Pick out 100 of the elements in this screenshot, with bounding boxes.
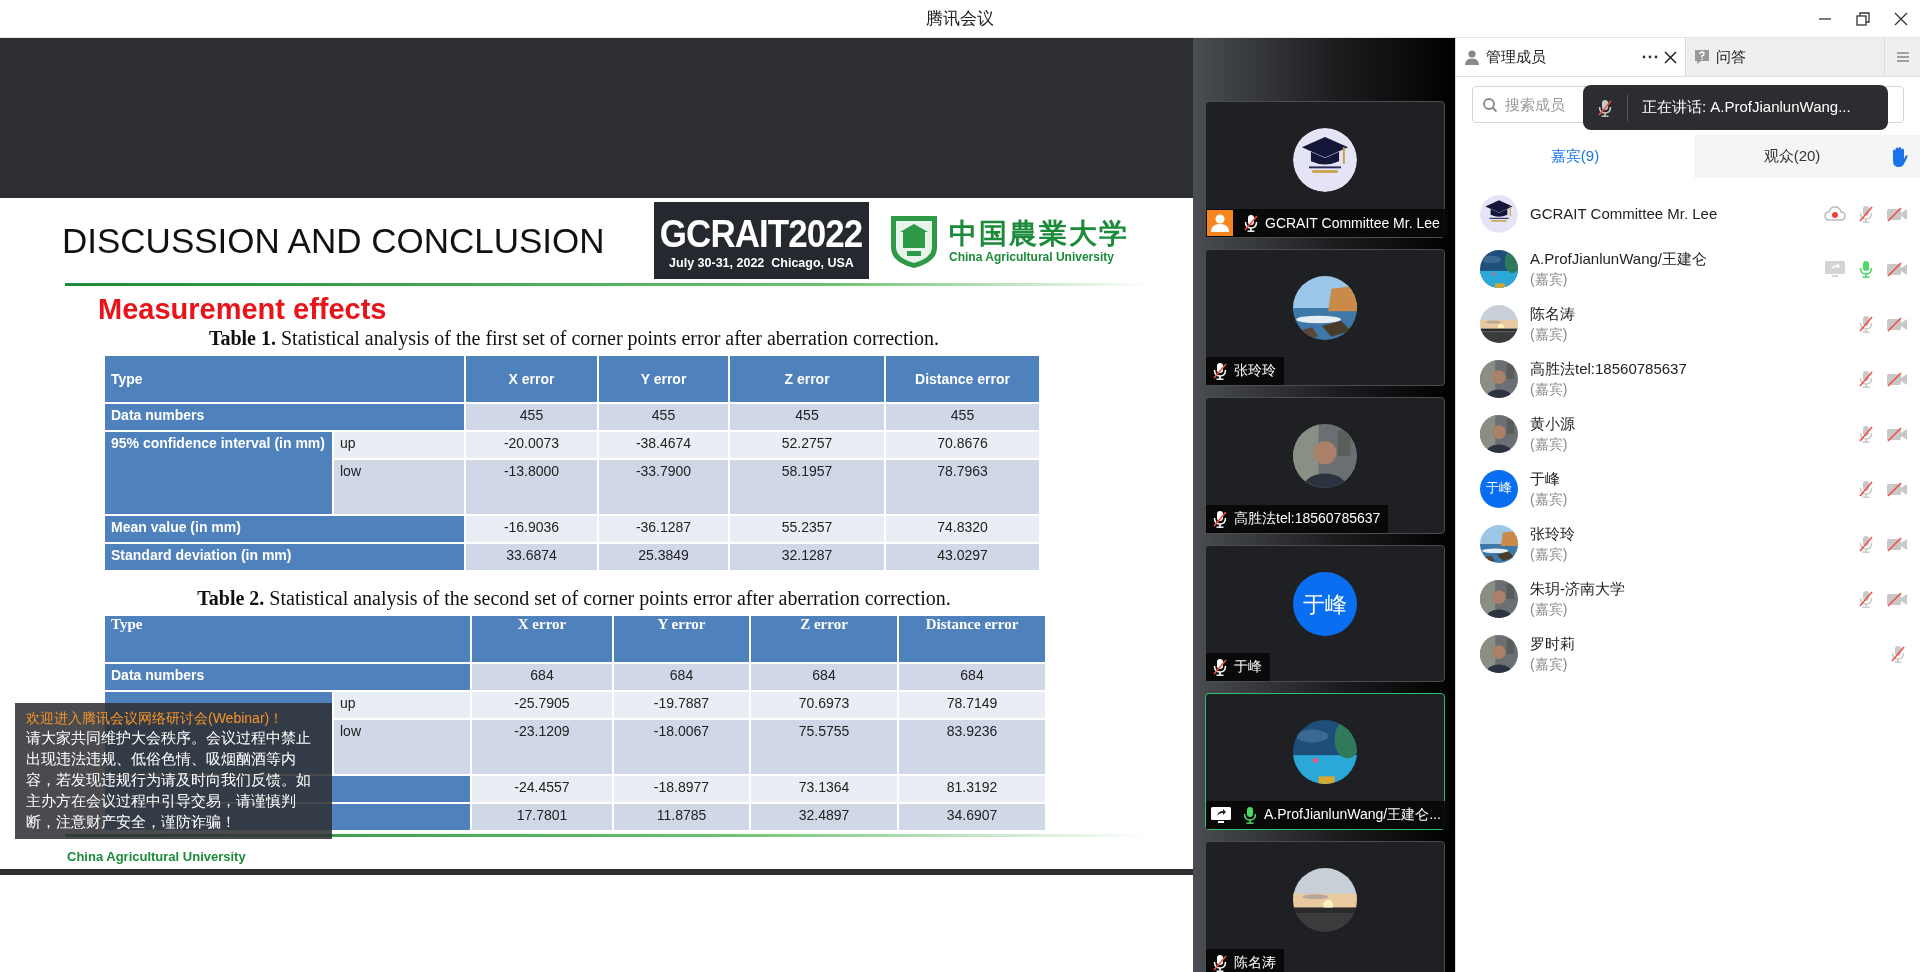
table-cell: 455 bbox=[885, 403, 1040, 431]
table-cell: 55.2357 bbox=[729, 515, 885, 543]
graduation-cap-icon bbox=[1293, 128, 1357, 192]
footer-text: China Agricultural University bbox=[67, 849, 247, 864]
video-tile[interactable]: 高胜法tel:18560785637 bbox=[1205, 397, 1445, 534]
university-name: China Agricultural University bbox=[949, 249, 1114, 264]
table-cell: -16.9036 bbox=[465, 515, 598, 543]
member-name: GCRAIT Committee Mr. Lee bbox=[1530, 204, 1719, 224]
member-role: (嘉宾) bbox=[1530, 380, 1569, 399]
table-cell: -13.8000 bbox=[465, 459, 598, 515]
video-tile[interactable]: 于峰 于峰 bbox=[1205, 545, 1445, 682]
slide-heading: Measurement effects bbox=[98, 292, 388, 326]
member-row[interactable]: 于峰 于峰 (嘉宾) bbox=[1456, 461, 1920, 516]
member-role: (嘉宾) bbox=[1530, 435, 1569, 454]
video-tile[interactable]: 张玲玲 bbox=[1205, 249, 1445, 386]
table-cell: 34.6907 bbox=[898, 803, 1046, 831]
table-cell: 455 bbox=[598, 403, 729, 431]
table-cell: 32.4897 bbox=[750, 803, 898, 831]
participant-name: 张玲玲 bbox=[1234, 362, 1276, 380]
microphone-icon bbox=[1595, 97, 1615, 118]
table-cell: -20.0073 bbox=[465, 431, 598, 459]
member-row[interactable]: GCRAIT Committee Mr. Lee bbox=[1456, 186, 1920, 241]
member-name: 于峰 bbox=[1530, 469, 1561, 489]
member-row[interactable]: 陈名涛 (嘉宾) bbox=[1456, 296, 1920, 351]
table-cell: 81.3192 bbox=[898, 775, 1046, 803]
close-icon[interactable] bbox=[1664, 50, 1677, 64]
table-cell: -33.7900 bbox=[598, 459, 729, 515]
table-cell: 73.1364 bbox=[750, 775, 898, 803]
table-cell: 52.2757 bbox=[729, 431, 885, 459]
window-title: 腾讯会议 bbox=[926, 8, 994, 30]
member-row[interactable]: 张玲玲 (嘉宾) bbox=[1456, 516, 1920, 571]
table-cell: 25.3849 bbox=[598, 543, 729, 571]
event-dates: July 30-31, 2022 Chicago, USA bbox=[669, 255, 854, 270]
table-cell: 684 bbox=[471, 663, 613, 691]
member-name: A.ProfJianlunWang/王建仑 bbox=[1530, 249, 1708, 269]
participant-name: GCRAIT Committee Mr. Lee bbox=[1265, 215, 1440, 231]
member-row[interactable]: 高胜法tel:18560785637 (嘉宾) bbox=[1456, 351, 1920, 406]
column-header: Z error bbox=[729, 355, 885, 403]
table-cell: up bbox=[333, 431, 465, 459]
table-cell: low bbox=[333, 719, 471, 775]
notice-text: 请大家共同维护大会秩序。会议过程中禁止出现违法违规、低俗色情、吸烟酗酒等内容，若发现违规行为请及时向我们反馈。如主办方在会议过程中引导交易，请谨慎判断，注意财产安全，谨防诈骗！ bbox=[26, 729, 312, 832]
more-icon[interactable] bbox=[1642, 54, 1658, 60]
video-tile[interactable]: 陈名涛 bbox=[1205, 841, 1445, 972]
member-row[interactable]: 朱玥-济南大学 (嘉宾) bbox=[1456, 571, 1920, 626]
member-name: 朱玥-济南大学 bbox=[1530, 579, 1626, 599]
member-role: (嘉宾) bbox=[1530, 325, 1569, 344]
table-cell: 684 bbox=[750, 663, 898, 691]
row-header: 95% confidence interval (in mm) bbox=[104, 431, 333, 515]
member-row[interactable]: A.ProfJianlunWang/王建仑 (嘉宾) bbox=[1456, 241, 1920, 296]
column-header: Y error bbox=[598, 355, 729, 403]
participant-name: 陈名涛 bbox=[1234, 954, 1276, 972]
column-header: X error bbox=[471, 615, 613, 663]
table-cell: 58.1957 bbox=[729, 459, 885, 515]
member-row[interactable]: 黄小源 (嘉宾) bbox=[1456, 406, 1920, 461]
person-icon bbox=[1464, 49, 1480, 65]
table-cell: 75.5755 bbox=[750, 719, 898, 775]
member-name: 黄小源 bbox=[1530, 414, 1576, 434]
column-header: Z error bbox=[750, 615, 898, 663]
column-header: Distance error bbox=[898, 615, 1046, 663]
table-cell: 43.0297 bbox=[885, 543, 1040, 571]
avatar: 于峰 bbox=[1480, 469, 1518, 508]
table-cell: -19.7887 bbox=[613, 691, 750, 719]
slide-title: DISCUSSION AND CONCLUSION bbox=[62, 220, 606, 261]
member-name: 张玲玲 bbox=[1530, 524, 1576, 544]
column-header: X error bbox=[465, 355, 598, 403]
table-cell: up bbox=[333, 691, 471, 719]
table-cell: 32.1287 bbox=[729, 543, 885, 571]
table-cell: -23.1209 bbox=[471, 719, 613, 775]
table-cell: -38.4674 bbox=[598, 431, 729, 459]
participant-name: 高胜法tel:18560785637 bbox=[1234, 510, 1381, 528]
video-tile[interactable]: GCRAIT Committee Mr. Lee bbox=[1205, 101, 1445, 238]
table-cell: 83.9236 bbox=[898, 719, 1046, 775]
event-name: GCRAIT2022 bbox=[660, 211, 863, 256]
member-name: 罗时莉 bbox=[1530, 634, 1576, 654]
avatar: 于峰 bbox=[1293, 572, 1357, 636]
member-name: 高胜法tel:18560785637 bbox=[1530, 359, 1688, 379]
panel-tab[interactable]: 问答 bbox=[1685, 38, 1884, 76]
table-cell: 455 bbox=[729, 403, 885, 431]
table-cell: 455 bbox=[465, 403, 598, 431]
table-cell: 684 bbox=[613, 663, 750, 691]
column-header: Distance error bbox=[885, 355, 1040, 403]
member-role: (嘉宾) bbox=[1530, 270, 1569, 289]
column-header: Type bbox=[104, 355, 465, 403]
table-cell: low bbox=[333, 459, 465, 515]
table-cell: -24.4557 bbox=[471, 775, 613, 803]
table-cell: -36.1287 bbox=[598, 515, 729, 543]
column-header: Y error bbox=[613, 615, 750, 663]
table-cell: 17.7801 bbox=[471, 803, 613, 831]
table-cell: 33.6874 bbox=[465, 543, 598, 571]
member-row[interactable]: 罗时莉 (嘉宾) bbox=[1456, 626, 1920, 681]
column-header: Type bbox=[104, 615, 471, 663]
table-cell: 74.8320 bbox=[885, 515, 1040, 543]
notice-title: 欢迎进入腾讯会议网络研讨会(Webinar)！ bbox=[26, 709, 285, 728]
tab-label: 问答 bbox=[1716, 47, 1746, 67]
member-role: (嘉宾) bbox=[1530, 490, 1569, 509]
table-cell: -18.0067 bbox=[613, 719, 750, 775]
raised-hand-icon[interactable] bbox=[1890, 145, 1908, 168]
table-cell: 70.6973 bbox=[750, 691, 898, 719]
table-cell: -18.8977 bbox=[613, 775, 750, 803]
search-icon bbox=[1482, 97, 1498, 113]
